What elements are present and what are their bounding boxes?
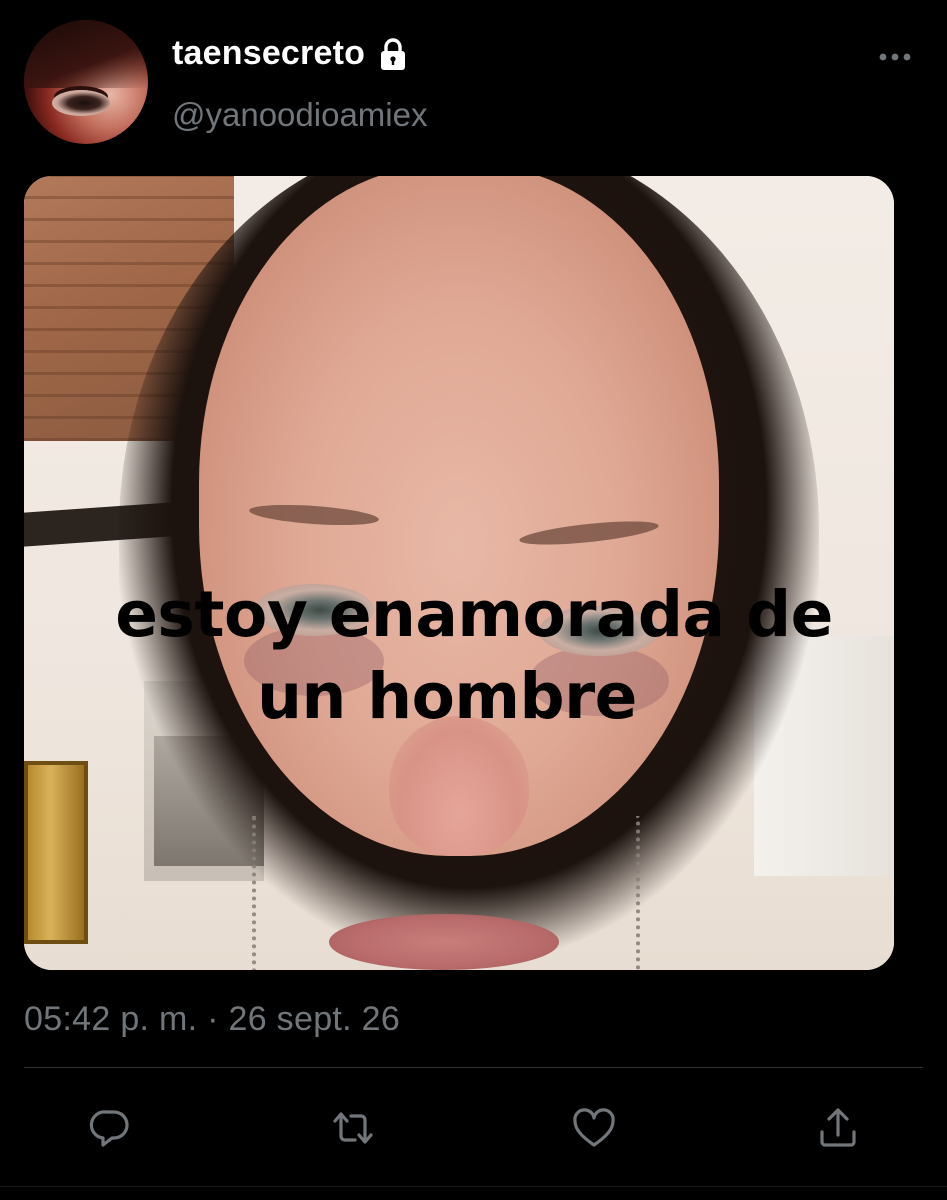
tweet: taensecreto @yanoodioamiex estoy enamora… [0,0,947,1200]
heart-icon [573,1108,615,1147]
lock-icon [381,37,406,70]
reply-button[interactable] [82,1100,138,1156]
photo-picture-frame [24,761,88,944]
avatar[interactable] [24,20,148,144]
share-icon [820,1108,856,1147]
divider [24,1067,923,1068]
action-bar [0,1100,947,1160]
meme-caption-line1: estoy enamorada de [115,578,833,651]
like-button[interactable] [566,1100,622,1156]
photo-necklace [252,816,640,970]
avatar-eye [52,90,110,116]
tweet-timestamp[interactable]: 05:42 p. m. · 26 sept. 26 [24,1000,400,1039]
avatar-hair [24,20,148,89]
reply-icon [89,1110,129,1147]
more-horizontal-icon[interactable] [877,50,913,64]
tweet-media-image[interactable]: estoy enamorada de un hombre [24,176,894,970]
share-button[interactable] [810,1100,866,1156]
display-name-text[interactable]: taensecreto [172,34,365,73]
user-handle[interactable]: @yanoodioamiex [172,96,427,134]
bottom-divider [0,1186,947,1187]
retweet-button[interactable] [325,1100,381,1156]
meme-caption: estoy enamorada de un hombre [24,574,894,738]
meme-caption-line2: un hombre [257,660,637,733]
retweet-icon [333,1112,373,1144]
display-name[interactable]: taensecreto [172,34,411,73]
